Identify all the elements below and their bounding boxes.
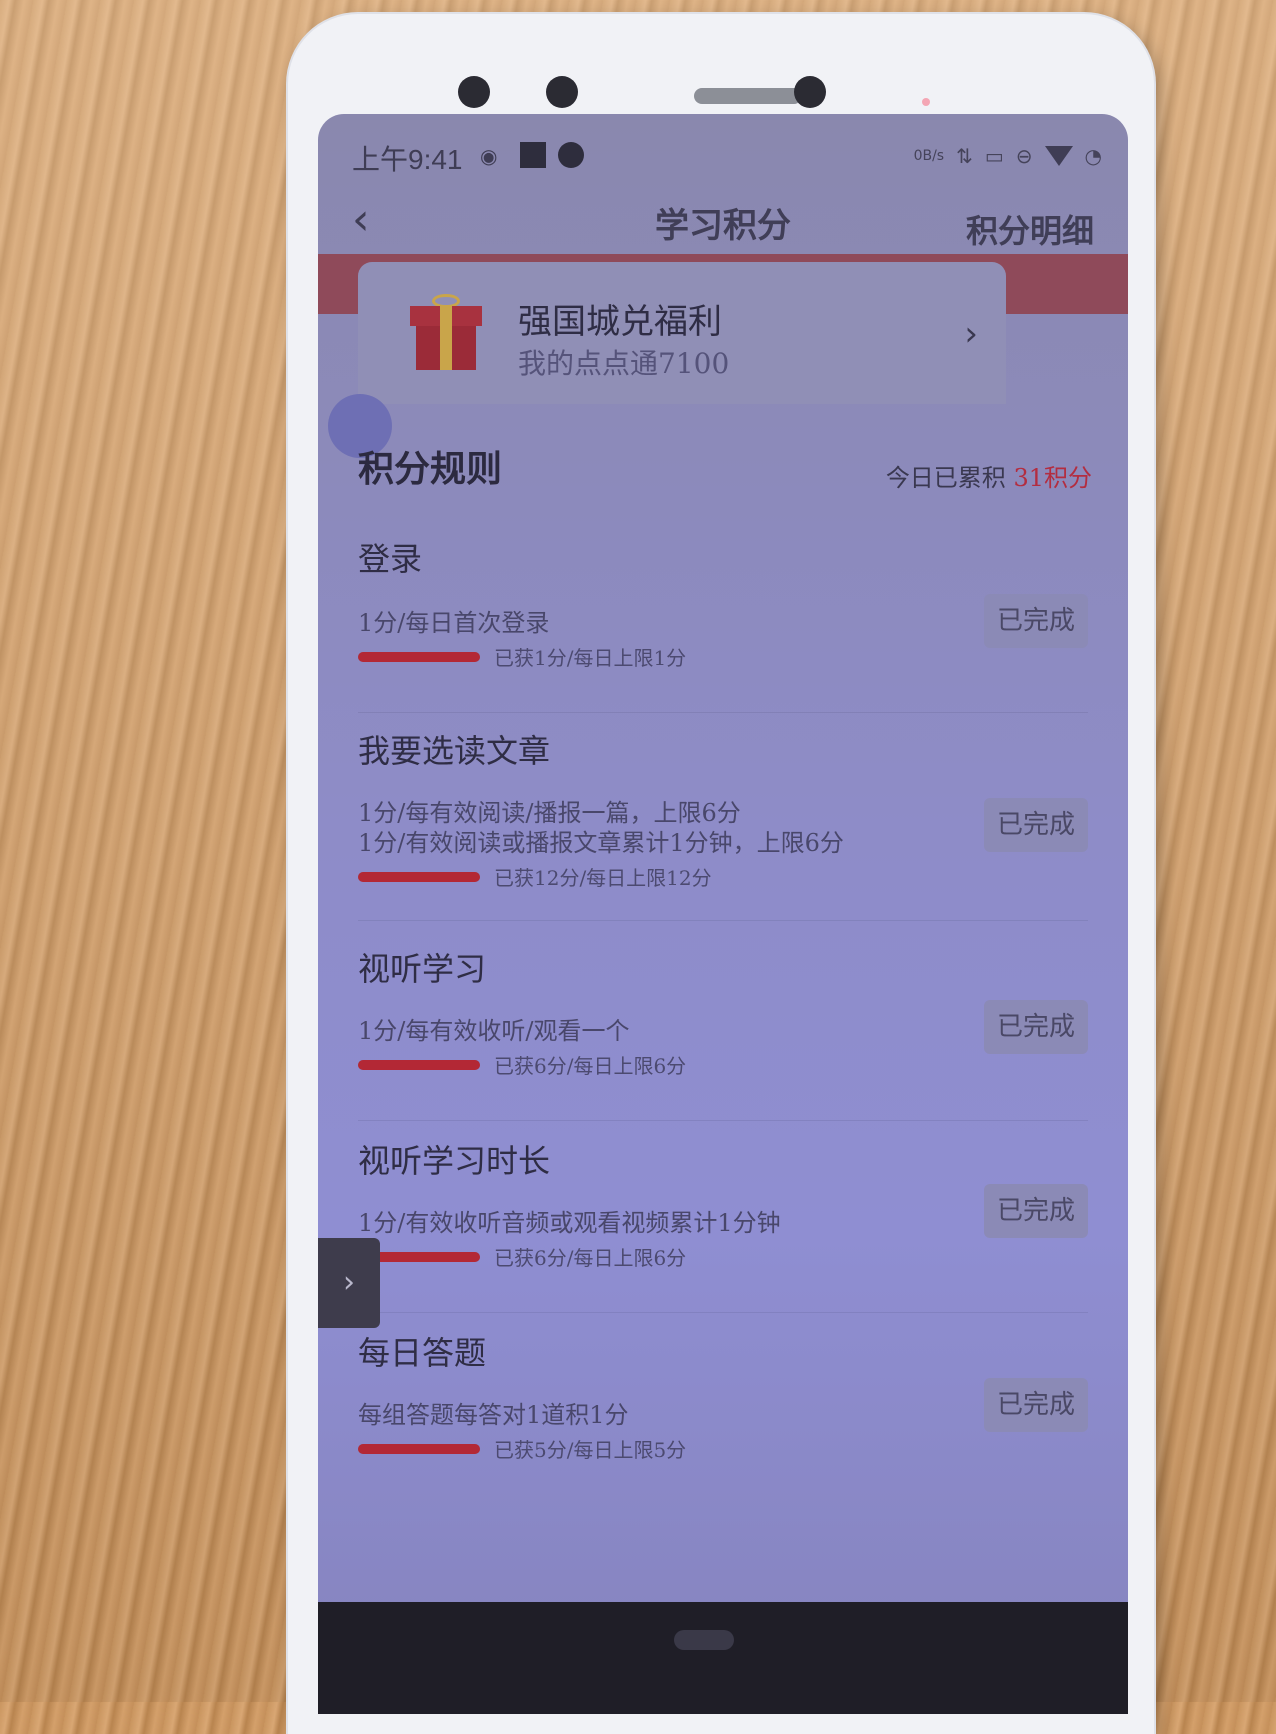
points-detail-link[interactable]: 积分明细: [966, 206, 1094, 252]
square-icon: [520, 142, 546, 168]
mall-points: 我的点点通7100: [518, 347, 730, 380]
cast-icon: ▭: [984, 144, 1004, 168]
battery-icon: ◔: [1084, 144, 1102, 168]
earpiece-speaker: [694, 88, 802, 104]
chevron-right-icon: ›: [964, 314, 978, 354]
task-desc: 每组答题每答对1道积1分: [358, 1401, 629, 1429]
progress-text: 已获12分/每日上限12分: [494, 866, 712, 890]
completed-button[interactable]: 已完成: [984, 1000, 1088, 1054]
home-indicator[interactable]: [674, 1630, 734, 1650]
today-value: 31积分: [1013, 464, 1092, 492]
sensor: [546, 76, 578, 108]
task-desc: 1分/每有效收听/观看一个: [358, 1017, 630, 1045]
task-title: 每日答题: [358, 1334, 487, 1372]
mall-title: 强国城兑福利: [518, 302, 722, 342]
task-title: 登录: [358, 540, 423, 578]
divider: [358, 1312, 1088, 1313]
system-nav-bar: [318, 1602, 1128, 1714]
status-right: 0B/s ⇅ ▭ ⊖ ◔: [914, 144, 1102, 168]
network-speed: 0B/s: [913, 148, 945, 164]
task-desc: 1分/有效收听音频或观看视频累计1分钟: [358, 1209, 781, 1237]
progress-text: 已获5分/每日上限5分: [494, 1438, 687, 1462]
today-points: 今日已累积 31积分: [886, 458, 1092, 493]
status-time: 上午9:41: [352, 144, 463, 175]
divider: [358, 712, 1088, 713]
task-title: 视听学习: [358, 950, 487, 988]
chevron-right-icon: ›: [343, 1265, 355, 1300]
completed-button[interactable]: 已完成: [984, 1184, 1088, 1238]
progress-bar: [358, 1060, 480, 1070]
progress-text: 已获6分/每日上限6分: [494, 1246, 687, 1270]
wifi-icon: [1044, 146, 1073, 166]
gift-icon: [410, 294, 482, 370]
task-desc-line2: 1分/有效阅读或播报文章累计1分钟，上限6分: [358, 829, 844, 857]
proximity-sensor: [794, 76, 826, 108]
today-label: 今日已累积: [885, 464, 1006, 492]
task-desc-line1: 1分/每有效阅读/播报一篇，上限6分: [358, 799, 741, 827]
task-title: 我要选读文章: [358, 732, 551, 770]
front-camera: [458, 76, 490, 108]
progress-bar: [358, 1444, 480, 1454]
progress-bar: [358, 652, 480, 662]
phone-device: 上午9:41 ◉ 0B/s ⇅ ▭ ⊖ ◔ ‹ 学习积分 积分明细 强国城兑福利…: [288, 14, 1154, 1734]
task-desc: 1分/每日首次登录: [358, 609, 550, 637]
rules-title: 积分规则: [358, 448, 503, 490]
progress-text: 已获6分/每日上限6分: [494, 1054, 687, 1078]
completed-button[interactable]: 已完成: [984, 1378, 1088, 1432]
side-drawer-tab[interactable]: ›: [318, 1238, 380, 1328]
progress-text: 已获1分/每日上限1分: [494, 646, 687, 670]
divider: [358, 1120, 1088, 1121]
dnd-icon: ⊖: [1015, 144, 1033, 168]
progress-bar: [358, 872, 480, 882]
notification-led: [922, 98, 930, 106]
app-screen: 上午9:41 ◉ 0B/s ⇅ ▭ ⊖ ◔ ‹ 学习积分 积分明细 强国城兑福利…: [318, 114, 1128, 1714]
completed-button[interactable]: 已完成: [984, 798, 1088, 852]
data-arrows-icon: ⇅: [956, 144, 973, 168]
circle-icon: [558, 142, 584, 168]
media-icon: ◉: [480, 144, 498, 168]
task-title: 视听学习时长: [358, 1142, 551, 1180]
nav-bar: ‹ 学习积分 积分明细: [318, 184, 1128, 254]
status-bar: 上午9:41 ◉ 0B/s ⇅ ▭ ⊖ ◔: [352, 136, 1102, 176]
mall-card[interactable]: 强国城兑福利 我的点点通7100 ›: [358, 262, 1006, 404]
completed-button[interactable]: 已完成: [984, 594, 1088, 648]
divider: [358, 920, 1088, 921]
